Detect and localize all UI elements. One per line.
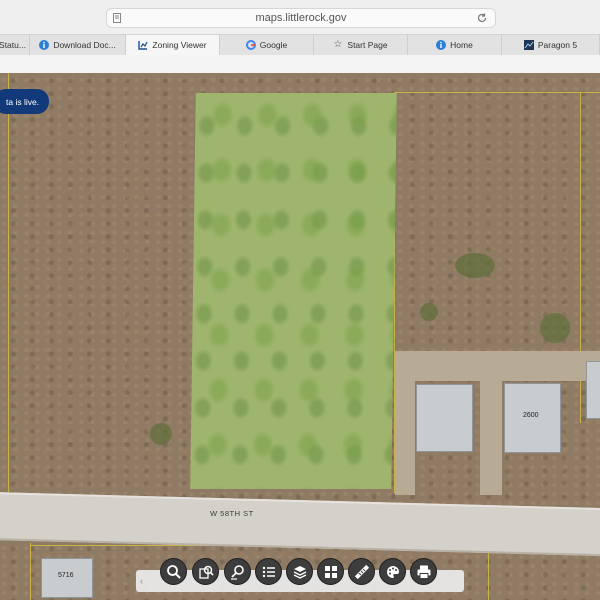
measure-icon: [354, 564, 369, 579]
url-text: maps.littlerock.gov: [255, 12, 347, 24]
identify-icon: [198, 565, 214, 579]
basemap-gallery-button[interactable]: [317, 558, 344, 585]
zoning-viewer-icon: [138, 41, 148, 50]
tab-label: Statu...: [0, 40, 26, 50]
parcel-line: [394, 92, 600, 93]
tab-status[interactable]: Statu...: [0, 35, 30, 55]
basemap-gallery-icon: [324, 565, 337, 578]
print-icon: [417, 565, 430, 579]
tab-label: Start Page: [347, 40, 388, 50]
layer-list-icon: [262, 566, 275, 577]
page-header-strip: [0, 55, 600, 74]
google-icon: [245, 40, 256, 50]
paint-button[interactable]: [379, 558, 406, 585]
live-badge-text: ta is live.: [6, 96, 40, 107]
building-number: 2600: [523, 412, 539, 419]
tab-download-docs[interactable]: Download Doc...: [30, 35, 126, 55]
parcel-line: [8, 73, 9, 493]
tab-bar: Statu... Download Doc... Zoning Viewer G…: [0, 34, 600, 56]
aerial-map[interactable]: 2600 5716 W 58TH ST ta is live.: [0, 73, 600, 600]
search-icon: [166, 564, 181, 579]
info-icon: [436, 40, 447, 50]
tab-label: Zoning Viewer: [152, 40, 207, 50]
tree: [420, 303, 438, 321]
toolbar-left-arrow-icon[interactable]: ‹: [140, 576, 143, 586]
building-roof-2600[interactable]: 2600: [504, 383, 561, 453]
tab-paragon[interactable]: Paragon 5: [502, 35, 600, 55]
tree: [540, 313, 570, 343]
search-area-button[interactable]: [224, 558, 251, 585]
building-roof[interactable]: [586, 361, 600, 419]
parcel-line: [488, 545, 489, 600]
search-button[interactable]: [160, 558, 187, 585]
tab-zoning-viewer[interactable]: Zoning Viewer: [126, 35, 220, 55]
paint-icon: [386, 565, 399, 578]
tab-google[interactable]: Google: [220, 35, 314, 55]
live-data-badge: ta is live.: [0, 89, 50, 114]
tab-home[interactable]: Home: [408, 35, 502, 55]
layers-icon: [293, 565, 306, 579]
selected-parcel-grass[interactable]: [190, 93, 397, 489]
parcel-line: [30, 543, 31, 600]
paragon-icon: [523, 40, 534, 50]
browser-chrome: maps.littlerock.gov Statu... Download Do…: [0, 0, 600, 74]
tab-label: Google: [259, 40, 288, 50]
tab-label: Download Doc...: [53, 40, 116, 50]
identify-button[interactable]: [192, 558, 219, 585]
address-bar[interactable]: maps.littlerock.gov: [106, 8, 496, 28]
reload-icon[interactable]: [476, 12, 488, 24]
building-roof-5716[interactable]: 5716: [41, 558, 93, 598]
measure-button[interactable]: [348, 558, 375, 585]
info-icon: [39, 40, 50, 50]
star-icon: ☆: [333, 39, 343, 50]
layer-list-button[interactable]: [255, 558, 282, 585]
tab-label: Paragon 5: [537, 40, 578, 50]
building-roof[interactable]: [416, 384, 473, 452]
driveway: [395, 373, 415, 495]
layers-button[interactable]: [286, 558, 313, 585]
driveway: [480, 373, 502, 495]
building-number: 5716: [58, 572, 74, 579]
tree: [455, 253, 495, 278]
road-w-58th-st: [0, 492, 600, 557]
print-button[interactable]: [410, 558, 437, 585]
street-label: W 58TH ST: [210, 509, 254, 518]
tab-label: Home: [450, 40, 473, 50]
search-area-icon: [230, 564, 244, 580]
tab-start-page[interactable]: ☆ Start Page: [314, 35, 408, 55]
tree: [150, 423, 172, 445]
